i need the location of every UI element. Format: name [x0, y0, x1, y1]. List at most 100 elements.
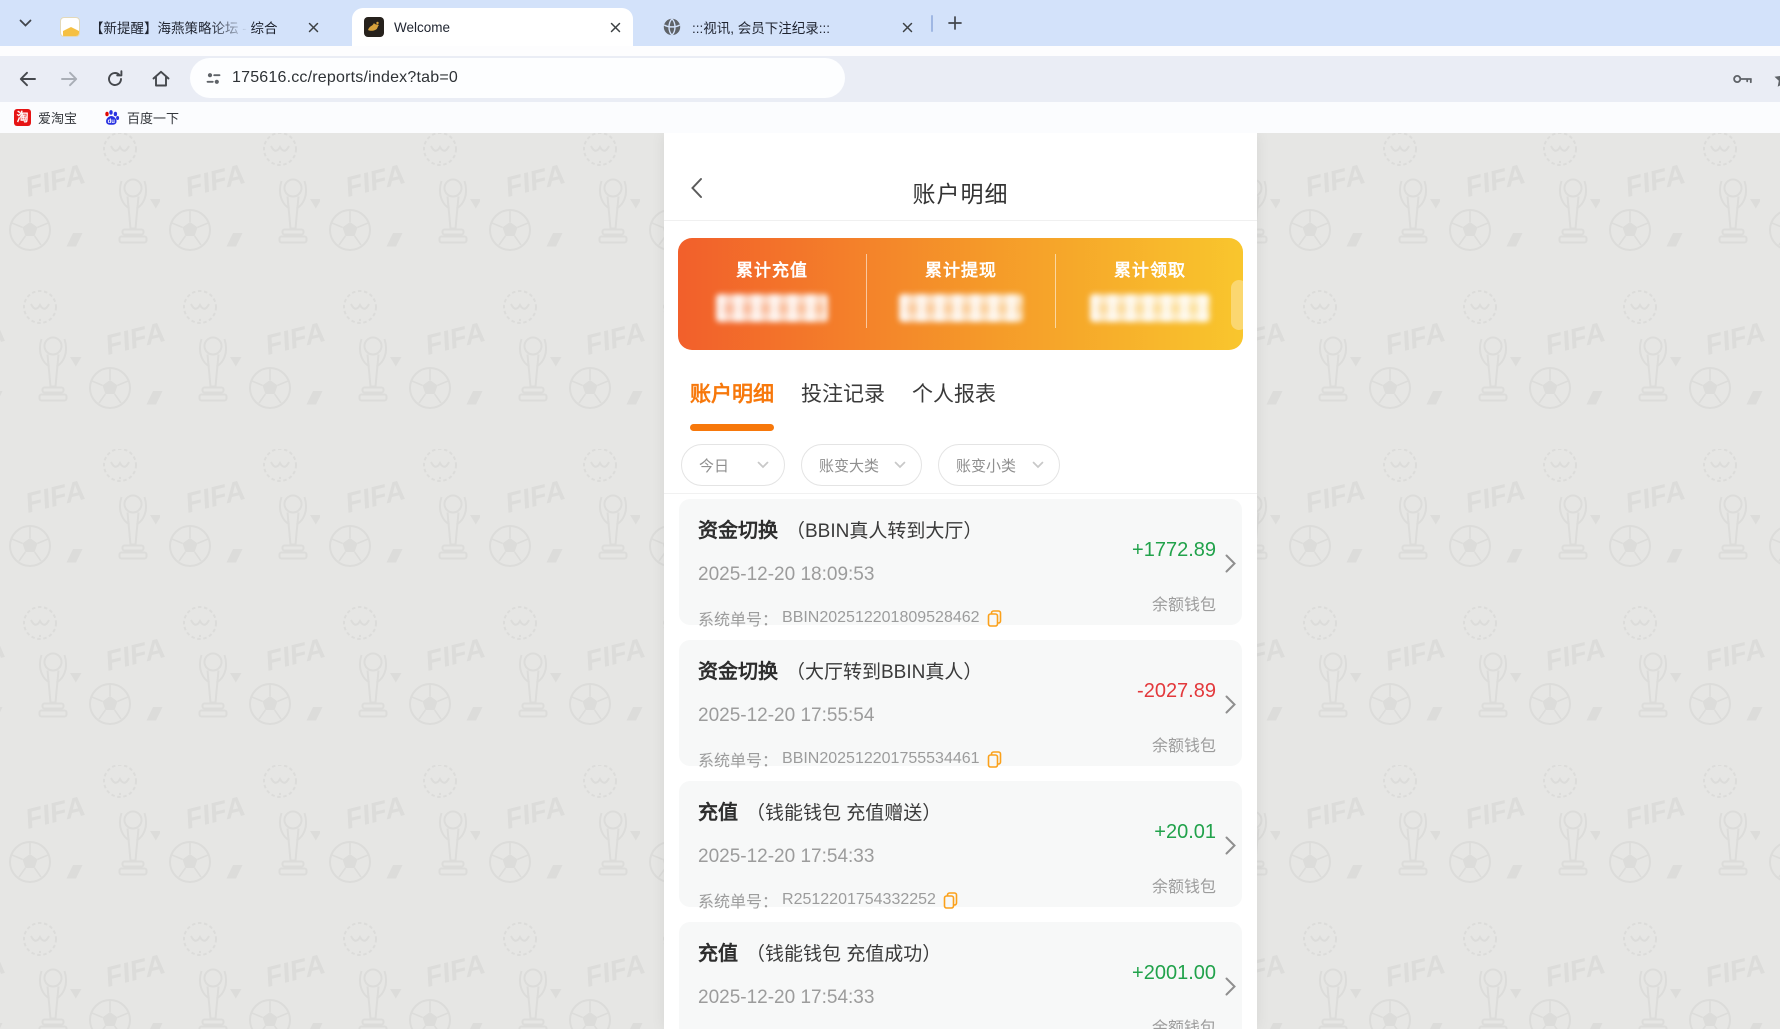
summary-label: 累计充值: [678, 256, 866, 281]
chevron-down-icon: [757, 461, 769, 469]
plus-icon: [948, 16, 962, 30]
record-wallet: 余额钱包: [1152, 591, 1216, 615]
chevron-right-icon: [1225, 836, 1236, 855]
svg-text:du: du: [108, 119, 116, 125]
filter-category-dropdown[interactable]: 账变大类: [801, 444, 922, 486]
bookmark-star-button[interactable]: [1766, 62, 1780, 96]
taobao-icon: 淘: [14, 109, 31, 126]
tab-separator: [931, 15, 933, 32]
summary-label: 累计领取: [1056, 256, 1243, 281]
bookmarks-bar: 淘 爱淘宝 du 百度一下: [0, 102, 1780, 133]
record-time: 2025-12-20 18:09:53: [698, 564, 874, 586]
record-title: 充值（钱能钱包 充值赠送）: [698, 796, 941, 825]
record-order: 系统单号：BBIN202512201755534461: [698, 747, 1002, 771]
site-settings-icon[interactable]: [205, 70, 222, 87]
record-order: 系统单号：R2512201754332252: [698, 888, 958, 912]
toolbar: 175616.cc/reports/index?tab=0: [0, 56, 1780, 102]
record-row[interactable]: 资金切换（大厅转到BBIN真人） 2025-12-20 17:55:54 系统单…: [679, 640, 1242, 766]
baidu-paw-icon: du: [103, 109, 120, 126]
summary-total-claim: 累计领取: [1056, 238, 1243, 350]
record-time: 2025-12-20 17:54:33: [698, 987, 874, 1009]
home-button[interactable]: [144, 62, 178, 96]
record-amount: -2027.89: [1137, 680, 1216, 703]
record-row[interactable]: 充值（钱能钱包 充值赠送） 2025-12-20 17:54:33 系统单号：R…: [679, 781, 1242, 907]
filter-label: 账变大类: [819, 455, 879, 476]
tab-forum[interactable]: 【新提醒】海燕策略论坛 - 综合: [48, 8, 331, 46]
tab-strip: 【新提醒】海燕策略论坛 - 综合 Welcome :::视讯, 会员下注纪录::…: [0, 0, 1780, 46]
summary-card: 累计充值 累计提现 累计领取: [678, 238, 1243, 350]
page-content: FIFA: [0, 133, 1780, 1029]
blurred-value: [1090, 294, 1210, 322]
welcome-favicon-icon: [364, 17, 384, 37]
key-icon: [1731, 67, 1755, 91]
tab-title: :::视讯, 会员下注纪录:::: [692, 17, 830, 37]
new-tab-button[interactable]: [942, 10, 968, 36]
section-divider: [664, 493, 1257, 494]
tab-bet-records[interactable]: 投注记录: [801, 378, 885, 408]
record-time: 2025-12-20 17:54:33: [698, 846, 874, 868]
blurred-value: [716, 294, 828, 322]
record-row[interactable]: 资金切换（BBIN真人转到大厅） 2025-12-20 18:09:53 系统单…: [679, 499, 1242, 625]
filter-label: 今日: [699, 455, 729, 476]
bookmark-label: 爱淘宝: [38, 108, 77, 127]
close-tab-icon[interactable]: [899, 19, 915, 35]
record-amount: +1772.89: [1132, 539, 1216, 562]
tab-title: Welcome: [394, 20, 450, 35]
globe-icon: [662, 17, 682, 37]
address-bar[interactable]: 175616.cc/reports/index?tab=0: [190, 58, 845, 98]
filter-date-dropdown[interactable]: 今日: [681, 444, 785, 486]
account-detail-panel: 账户明细 累计充值 累计提现 累计领取: [664, 133, 1257, 1029]
chevron-right-icon: [1225, 695, 1236, 714]
record-order: 系统单号：BBIN202512201809528462: [698, 606, 1002, 630]
close-tab-icon[interactable]: [607, 19, 623, 35]
tab-personal-report[interactable]: 个人报表: [912, 378, 996, 408]
copy-icon[interactable]: [943, 892, 958, 909]
home-icon: [150, 68, 172, 90]
record-title: 资金切换（BBIN真人转到大厅）: [698, 514, 982, 543]
forum-favicon-icon: [60, 17, 80, 37]
record-amount: +2001.00: [1132, 962, 1216, 985]
back-arrow-icon: [16, 68, 38, 90]
star-icon: [1772, 68, 1780, 90]
tab-title: 【新提醒】海燕策略论坛 - 综合: [90, 17, 290, 37]
tab-welcome[interactable]: Welcome: [352, 8, 633, 46]
browser-window: 【新提醒】海燕策略论坛 - 综合 Welcome :::视讯, 会员下注纪录::…: [0, 0, 1780, 1029]
reload-button[interactable]: [98, 62, 132, 96]
password-manager-button[interactable]: [1726, 62, 1760, 96]
summary-total-withdraw: 累计提现: [867, 238, 1055, 350]
record-wallet: 余额钱包: [1152, 732, 1216, 756]
tab-video-records[interactable]: :::视讯, 会员下注纪录:::: [648, 8, 925, 46]
page-title: 账户明细: [664, 175, 1257, 209]
record-wallet: 余额钱包: [1152, 1014, 1216, 1029]
blurred-value: [899, 294, 1023, 322]
copy-icon[interactable]: [987, 610, 1002, 627]
active-tab-underline: [690, 424, 774, 431]
reload-icon: [104, 68, 126, 90]
filter-row: 今日 账变大类 账变小类: [681, 444, 1076, 486]
tab-title-fade: [212, 20, 248, 42]
bookmark-baidu[interactable]: du 百度一下: [103, 108, 179, 127]
record-wallet: 余额钱包: [1152, 873, 1216, 897]
filter-subcategory-dropdown[interactable]: 账变小类: [938, 444, 1060, 486]
record-row[interactable]: 充值（钱能钱包 充值成功） 2025-12-20 17:54:33 系统单号：R…: [679, 922, 1242, 1029]
tab-search-button[interactable]: [12, 10, 38, 36]
bookmark-label: 百度一下: [127, 108, 179, 127]
toolbar-top-band: [0, 46, 1780, 56]
record-time: 2025-12-20 17:55:54: [698, 705, 874, 727]
copy-icon[interactable]: [987, 751, 1002, 768]
bookmark-aitaobao[interactable]: 淘 爱淘宝: [14, 108, 77, 127]
record-title: 资金切换（大厅转到BBIN真人）: [698, 655, 982, 684]
panel-header: 账户明细: [664, 133, 1257, 221]
back-button[interactable]: [10, 62, 44, 96]
close-tab-icon[interactable]: [305, 19, 321, 35]
chevron-down-icon: [19, 19, 32, 27]
record-title: 充值（钱能钱包 充值成功）: [698, 937, 941, 966]
record-amount: +20.01: [1154, 821, 1216, 844]
forward-arrow-icon: [59, 68, 81, 90]
forward-button[interactable]: [53, 62, 87, 96]
tab-account-detail[interactable]: 账户明细: [690, 378, 774, 408]
summary-label: 累计提现: [867, 256, 1055, 281]
url-text[interactable]: 175616.cc/reports/index?tab=0: [232, 69, 458, 87]
chevron-right-icon: [1225, 977, 1236, 996]
chevron-right-icon: [1225, 554, 1236, 573]
